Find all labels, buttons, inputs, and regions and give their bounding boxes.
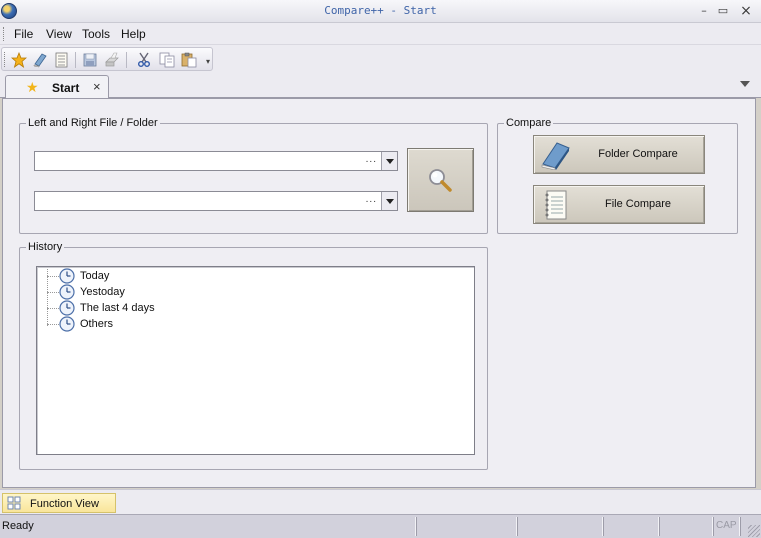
menu-bar: File View Tools Help [0, 23, 761, 45]
file-compare-notebook-icon[interactable] [53, 52, 69, 68]
print-icon[interactable] [104, 52, 120, 68]
chevron-down-icon [386, 199, 394, 204]
right-browse-dots-button[interactable]: ... [366, 194, 377, 205]
maximize-button[interactable]: ▭ [715, 3, 731, 19]
tab-start-label: Start [52, 81, 80, 95]
left-right-group-legend: Left and Right File / Folder [26, 117, 160, 129]
function-view-label: Function View [30, 498, 99, 510]
history-item-label: Yestoday [80, 286, 125, 298]
toolbar-separator [75, 52, 76, 68]
tab-list-dropdown-icon[interactable] [740, 81, 750, 87]
notebook-icon [545, 190, 567, 220]
toolbar-overflow-chevron-icon[interactable]: ▾ [204, 52, 212, 68]
cut-icon[interactable] [136, 52, 152, 68]
title-bar: Compare++ - Start – ▭ × [0, 0, 761, 23]
compare-group-legend: Compare [504, 117, 554, 129]
left-browse-dots-button[interactable]: ... [366, 154, 377, 165]
clock-icon [59, 300, 75, 316]
copy-icon[interactable] [159, 52, 175, 68]
book-icon [541, 142, 570, 170]
tree-branch-line [47, 276, 59, 277]
left-path-dropdown-button[interactable] [381, 152, 397, 170]
file-compare-button[interactable]: File Compare [533, 185, 705, 224]
paste-icon[interactable] [181, 52, 197, 68]
history-group-legend: History [26, 241, 65, 253]
file-compare-label: File Compare [604, 198, 672, 210]
folder-compare-book-icon[interactable] [32, 52, 48, 68]
status-pane-divider [713, 517, 714, 536]
star-icon: ★ [26, 79, 39, 95]
clock-icon [59, 284, 75, 300]
window-title: Compare++ - Start [324, 4, 437, 17]
standard-toolbar: ▾ [1, 47, 213, 71]
toolbar-separator [126, 52, 127, 68]
clock-icon [59, 268, 75, 284]
status-pane-divider [740, 517, 741, 536]
menu-help[interactable]: Help [121, 27, 146, 41]
folder-compare-button[interactable]: Folder Compare [533, 135, 705, 174]
tree-branch-line [47, 308, 59, 309]
menu-view[interactable]: View [46, 27, 72, 41]
tree-connector-line [47, 269, 48, 326]
tab-close-icon[interactable]: × [93, 80, 101, 94]
status-pane-divider [517, 517, 518, 536]
tree-branch-line [47, 292, 59, 293]
function-view-tab[interactable]: Function View [2, 493, 116, 513]
menu-file[interactable]: File [14, 27, 33, 41]
clock-icon [59, 316, 75, 332]
right-path-combo[interactable]: ... [34, 191, 398, 211]
toolbar-row: ▾ [0, 45, 761, 73]
grid-icon [7, 496, 21, 510]
status-pane-divider [416, 517, 417, 536]
close-button[interactable]: × [738, 3, 754, 19]
start-compare-button[interactable] [407, 148, 474, 212]
folder-compare-label: Folder Compare [598, 148, 678, 160]
status-text: Ready [2, 520, 34, 532]
status-pane-divider [603, 517, 604, 536]
history-item-label: The last 4 days [80, 302, 155, 314]
caps-lock-indicator: CAP [716, 520, 737, 531]
history-tree[interactable]: Today Yestoday The last 4 days Others [36, 266, 475, 455]
history-item-label: Today [80, 270, 110, 282]
chevron-down-icon [386, 159, 394, 164]
history-item-label: Others [80, 318, 114, 330]
minimize-button[interactable]: – [696, 3, 712, 19]
favorites-star-icon[interactable] [11, 52, 27, 68]
right-path-dropdown-button[interactable] [381, 192, 397, 210]
tab-start[interactable]: ★ Start × [5, 75, 109, 99]
status-pane-divider [659, 517, 660, 536]
left-path-combo[interactable]: ... [34, 151, 398, 171]
resize-grip-icon[interactable] [748, 525, 760, 537]
start-page: Left and Right File / Folder ... ... Com… [2, 98, 756, 488]
bottom-panel-strip: Function View [0, 489, 761, 514]
menu-grip-icon[interactable] [3, 27, 5, 41]
save-icon[interactable] [82, 52, 98, 68]
magnifier-icon [429, 169, 452, 192]
document-tab-strip: ★ Start × [0, 73, 761, 99]
menu-tools[interactable]: Tools [82, 27, 110, 41]
tree-branch-line [47, 324, 59, 325]
status-bar: Ready CAP [0, 514, 761, 538]
toolbar-grip-icon[interactable] [4, 52, 6, 67]
